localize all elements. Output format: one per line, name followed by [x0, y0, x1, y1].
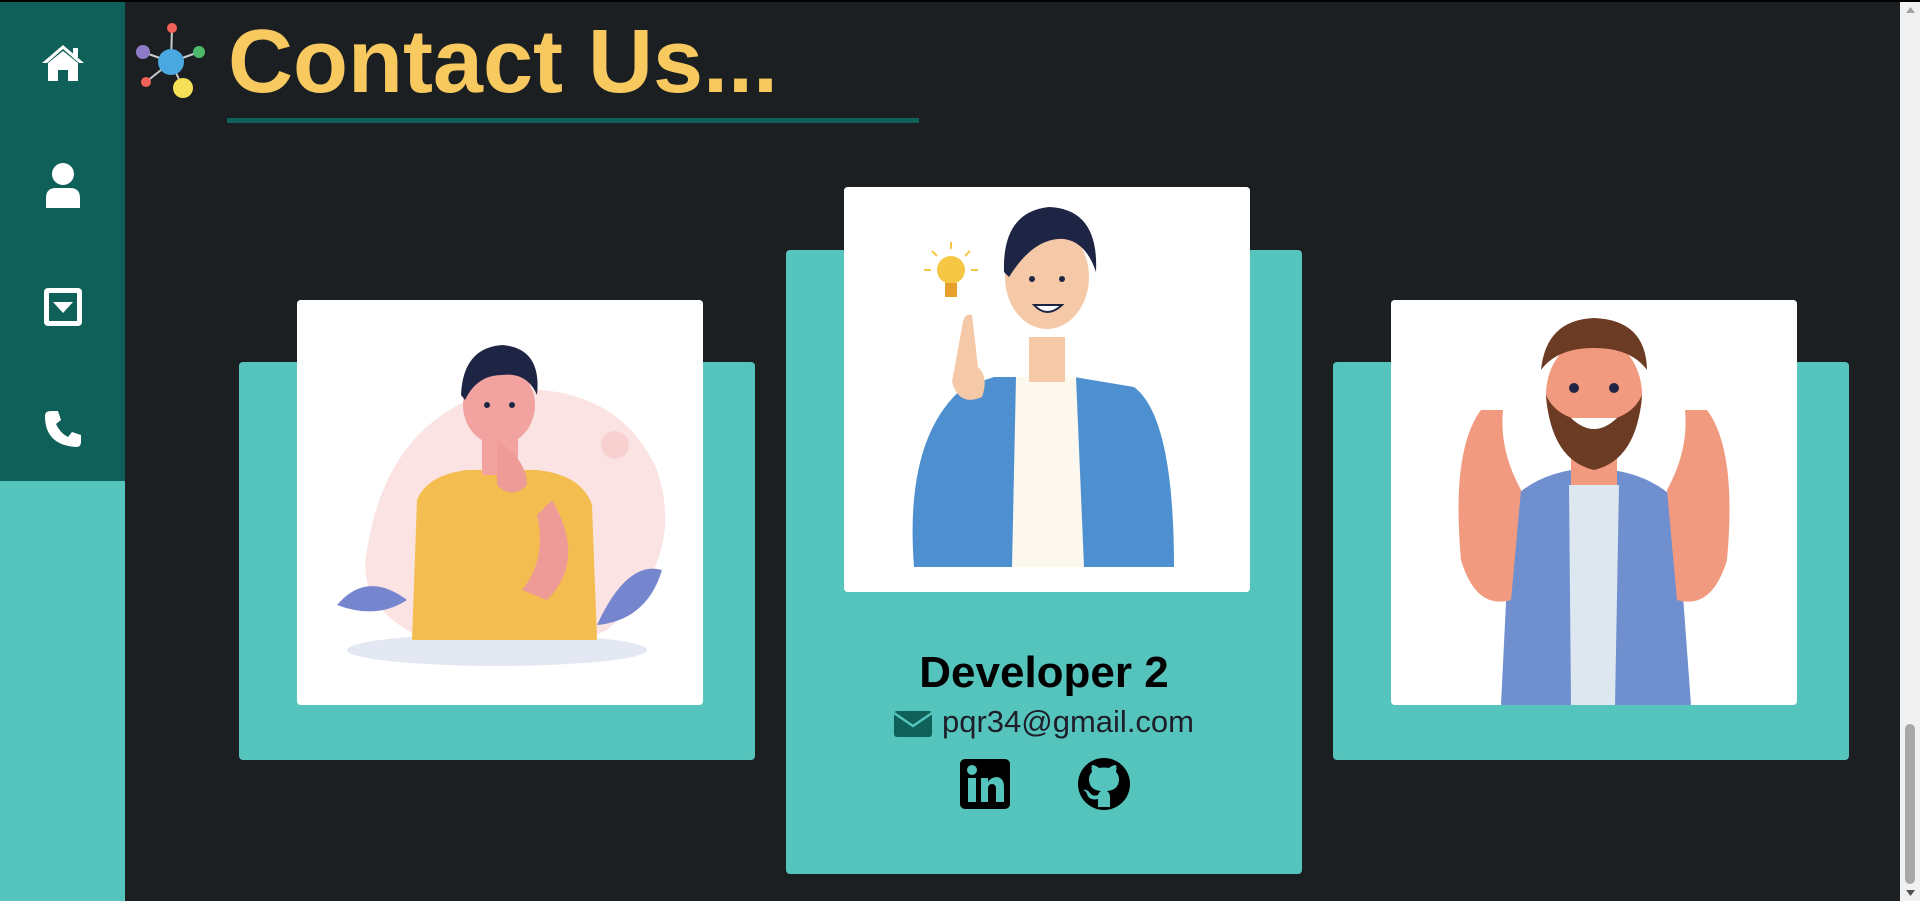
sidebar — [0, 2, 125, 901]
sidebar-nav — [0, 2, 125, 481]
idea-man-illustration — [844, 187, 1250, 592]
developer-2-photo — [844, 187, 1250, 592]
page-scrollbar[interactable] — [1900, 2, 1920, 901]
developer-email-row: pqr34@gmail.com — [786, 700, 1302, 744]
sidebar-item-contact[interactable] — [0, 368, 125, 490]
social-links — [958, 757, 1131, 811]
github-icon — [1078, 758, 1130, 810]
title-underline — [227, 118, 919, 123]
sidebar-item-projects[interactable] — [0, 246, 125, 368]
developer-3-photo — [1391, 300, 1797, 705]
linkedin-icon — [960, 759, 1010, 809]
caret-square-down-icon — [43, 288, 82, 326]
sidebar-item-home[interactable] — [0, 2, 125, 124]
user-icon — [45, 163, 80, 208]
sidebar-item-about[interactable] — [0, 124, 125, 246]
window-top-border — [0, 0, 1920, 2]
scroll-up-arrow-icon[interactable] — [1900, 2, 1920, 18]
thinking-man-illustration — [297, 300, 703, 705]
network-logo-icon — [136, 23, 205, 98]
home-icon — [41, 45, 84, 81]
thumbs-up-man-illustration — [1391, 300, 1797, 705]
scroll-thumb[interactable] — [1905, 724, 1915, 884]
envelope-icon — [893, 711, 932, 737]
developer-email[interactable]: pqr34@gmail.com — [942, 704, 1194, 740]
linkedin-link[interactable] — [958, 757, 1012, 811]
github-link[interactable] — [1077, 757, 1131, 811]
page-title: Contact Us... — [228, 12, 779, 112]
developer-1-photo — [297, 300, 703, 705]
scroll-down-arrow-icon[interactable] — [1900, 885, 1920, 901]
developer-name: Developer 2 — [919, 648, 1169, 697]
phone-icon — [44, 411, 81, 447]
